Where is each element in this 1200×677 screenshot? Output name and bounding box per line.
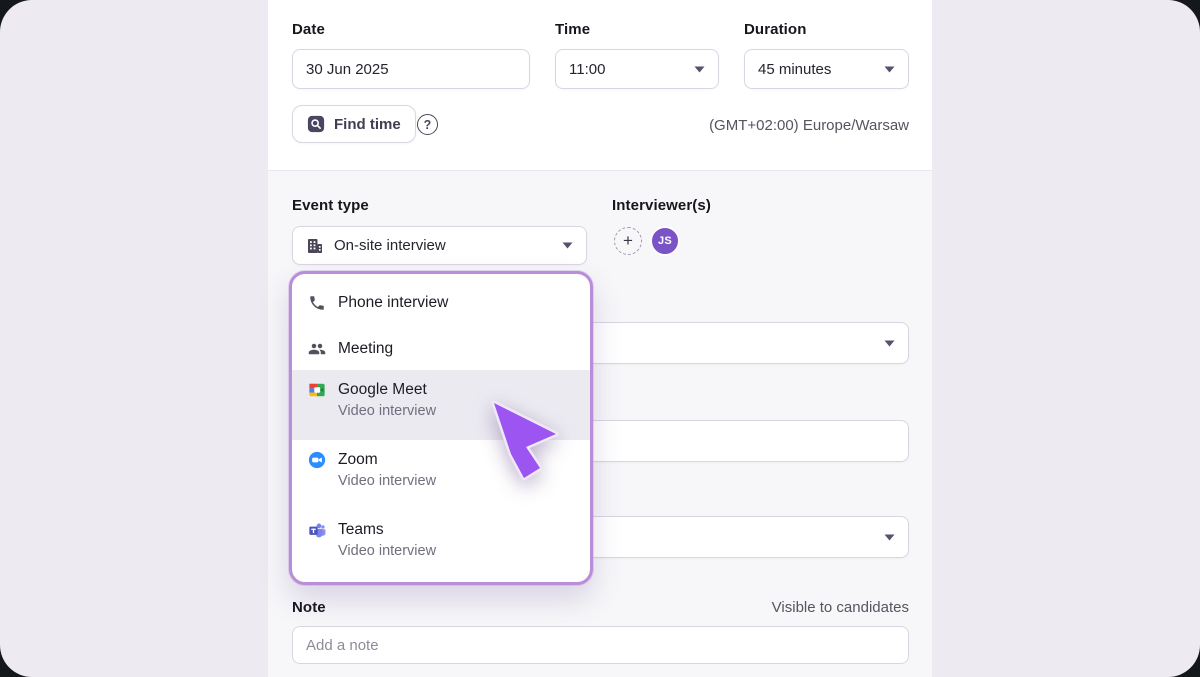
menu-item-meeting[interactable]: Meeting [292,326,590,372]
menu-item-sublabel: Video interview [338,543,590,559]
date-value: 30 Jun 2025 [306,61,516,78]
people-icon [308,340,326,358]
plus-icon: + [623,231,633,251]
find-time-label: Find time [334,116,401,133]
chevron-down-icon [884,66,895,73]
menu-item-label: Zoom [338,451,378,469]
menu-item-sublabel: Video interview [338,473,590,489]
scheduler-screen: Date 30 Jun 2025 Time 11:00 Duration 45 … [0,0,1200,677]
menu-item-google-meet[interactable]: Google Meet Video interview [292,370,590,440]
date-input[interactable]: 30 Jun 2025 [292,49,530,89]
event-type-select[interactable]: On-site interview [292,226,587,265]
duration-label: Duration [744,21,806,38]
menu-item-label: Teams [338,521,384,539]
menu-item-zoom[interactable]: Zoom Video interview [292,440,590,510]
note-input[interactable] [292,626,909,664]
phone-icon [308,294,326,312]
note-visibility-hint: Visible to candidates [772,599,909,616]
help-icon[interactable]: ? [417,114,438,135]
avatar-initials: JS [658,235,672,247]
google-meet-icon [308,381,326,399]
teams-icon [308,521,326,539]
note-label: Note [292,599,326,616]
time-label: Time [555,21,590,38]
chevron-down-icon [884,340,895,347]
find-time-icon [307,115,325,133]
interviewers-label: Interviewer(s) [612,197,711,214]
menu-item-phone-interview[interactable]: Phone interview [292,280,590,326]
menu-item-label: Google Meet [338,381,427,399]
duration-select[interactable]: 45 minutes [744,49,909,89]
menu-item-label: Meeting [338,340,393,358]
help-glyph: ? [424,118,432,132]
add-interviewer-button[interactable]: + [614,227,642,255]
event-type-value: On-site interview [334,237,552,254]
menu-item-label: Phone interview [338,294,448,312]
building-icon [306,237,324,255]
event-type-label: Event type [292,197,369,214]
timezone-text: (GMT+02:00) Europe/Warsaw [709,117,909,134]
chevron-down-icon [884,534,895,541]
avatar[interactable]: JS [650,226,680,256]
zoom-icon [308,451,326,469]
menu-item-teams[interactable]: Teams Video interview [292,510,590,580]
time-value: 11:00 [569,61,694,78]
chevron-down-icon [694,66,705,73]
date-label: Date [292,21,325,38]
event-type-dropdown-menu: Phone interview Meeting Google Meet V [289,271,593,585]
time-select[interactable]: 11:00 [555,49,719,89]
menu-item-sublabel: Video interview [338,403,590,419]
chevron-down-icon [562,242,573,249]
find-time-button[interactable]: Find time [292,105,416,143]
duration-value: 45 minutes [758,61,884,78]
